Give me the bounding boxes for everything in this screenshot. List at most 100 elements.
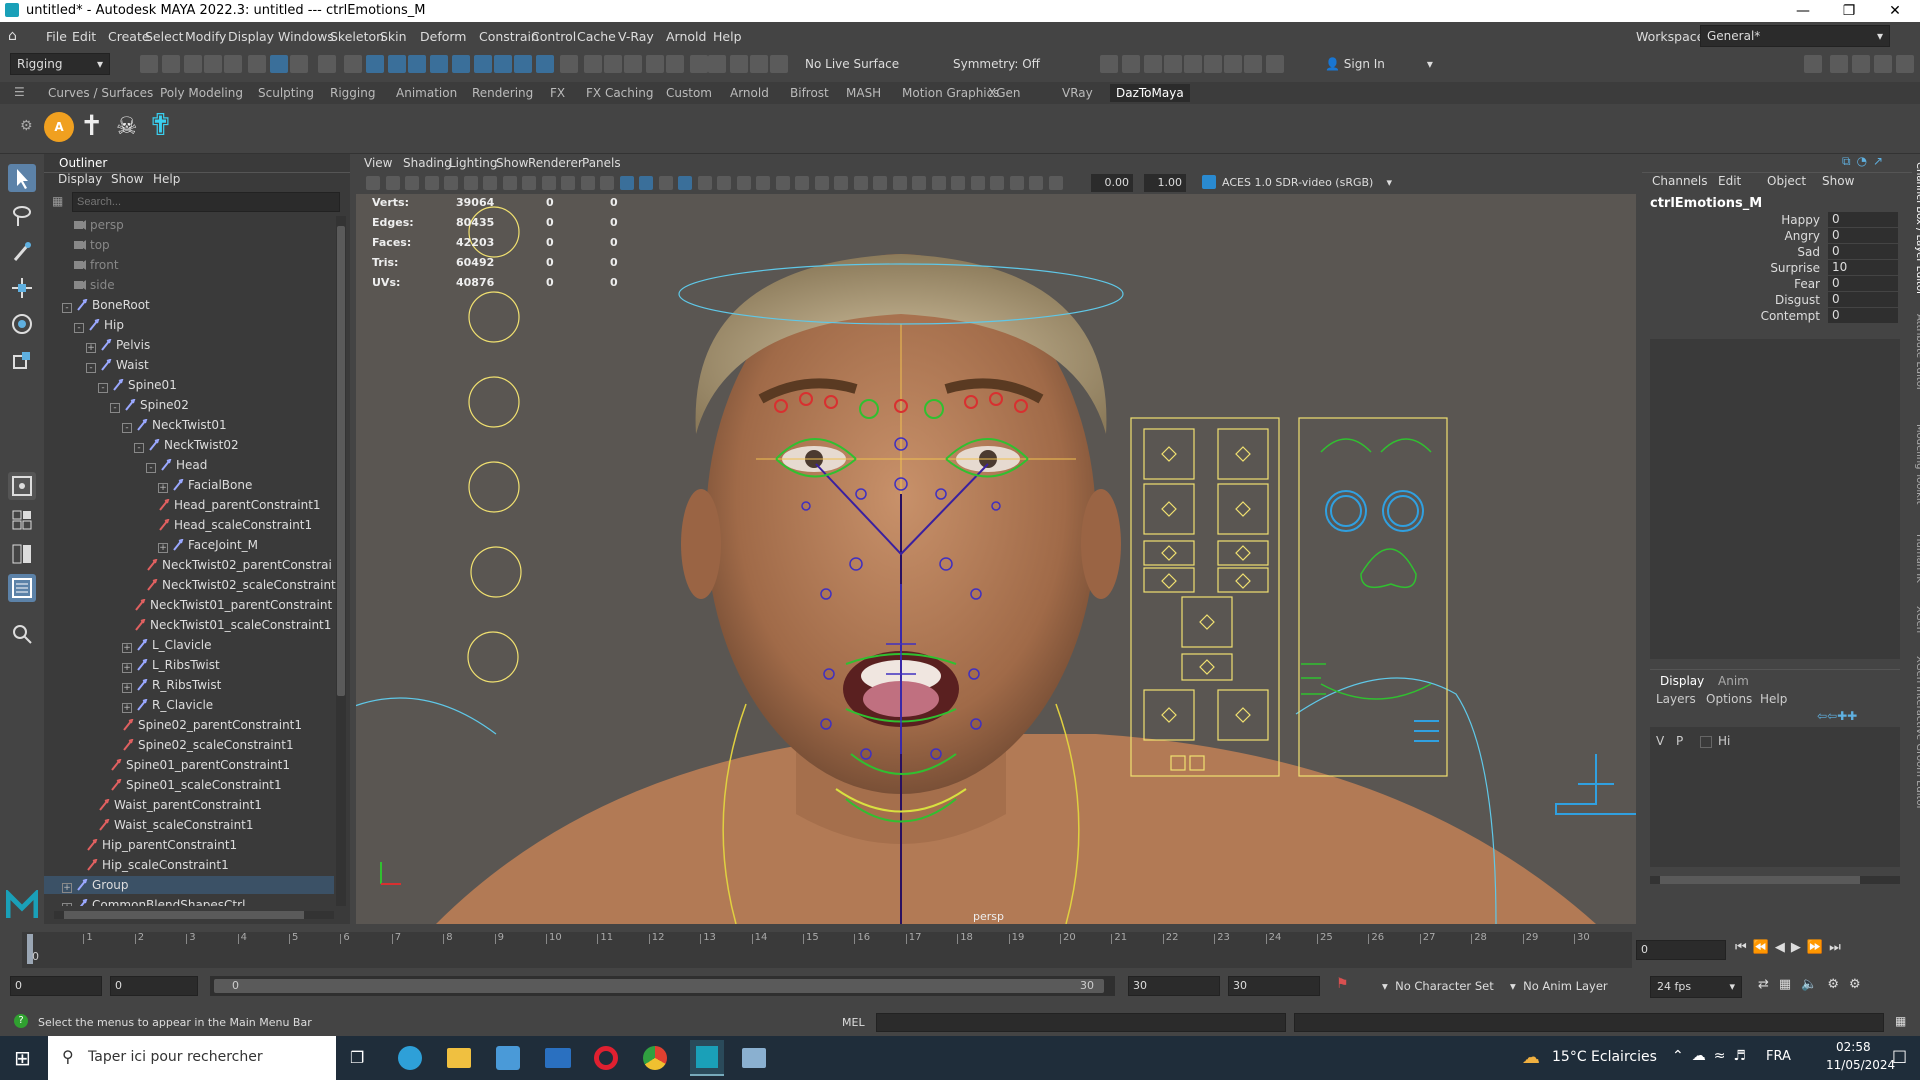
- outliner-row[interactable]: Hip_scaleConstraint1: [44, 856, 334, 874]
- expand-toggle-icon[interactable]: +: [122, 663, 132, 673]
- channel-attr-value[interactable]: 0: [1828, 212, 1898, 227]
- expand-toggle-icon[interactable]: -: [98, 383, 108, 393]
- workspace-select[interactable]: General* ▾: [1700, 25, 1890, 47]
- mail-icon[interactable]: [545, 1048, 571, 1068]
- expand-toggle-icon[interactable]: +: [62, 883, 72, 893]
- fps-select[interactable]: 24 fps ▾: [1650, 976, 1742, 998]
- menu-windows[interactable]: Windows: [278, 29, 334, 44]
- toolbar-icon-0[interactable]: [140, 55, 158, 73]
- tray-icons[interactable]: ⌃☁≈♬: [1672, 1048, 1754, 1064]
- layer-name[interactable]: Hi: [1718, 734, 1730, 748]
- expand-toggle-icon[interactable]: +: [122, 643, 132, 653]
- channel-menu-show[interactable]: Show: [1822, 174, 1854, 188]
- viewport-tool-icon-1[interactable]: [385, 176, 400, 190]
- viewport-tool-icon-31[interactable]: [970, 176, 985, 190]
- side-tab-2[interactable]: Modeling Toolkit: [1914, 424, 1920, 505]
- toolbar-icon-26[interactable]: [708, 55, 726, 73]
- outliner-filter-icon[interactable]: ▦: [52, 194, 63, 208]
- menu-cache[interactable]: Cache: [577, 29, 616, 44]
- outliner-row[interactable]: - Head: [44, 456, 334, 474]
- taskbar-search-box[interactable]: ⚲ Taper ici pour rechercher: [48, 1036, 336, 1080]
- colorspace-select[interactable]: ACES 1.0 SDR-video (sRGB) ▾: [1218, 174, 1396, 192]
- layer-color-swatch[interactable]: [1700, 736, 1712, 748]
- layer-tab-display[interactable]: Display: [1660, 674, 1704, 688]
- viewport-tool-icon-24[interactable]: [834, 176, 848, 190]
- gamma-field[interactable]: 1.00: [1144, 174, 1186, 192]
- viewport-tool-icon-17[interactable]: [697, 176, 712, 190]
- viewport-tool-icon-8[interactable]: [522, 176, 536, 190]
- minimize-button[interactable]: —: [1780, 0, 1826, 22]
- daz-a-icon[interactable]: A: [44, 112, 74, 142]
- viewport-panel[interactable]: View Shading Lighting Show Renderer Panels 0.…: [356, 154, 1636, 924]
- channel-attr-value[interactable]: 0: [1828, 292, 1898, 307]
- expand-toggle-icon[interactable]: +: [86, 343, 96, 353]
- toolbar-icon-29[interactable]: [770, 55, 788, 73]
- outliner-row[interactable]: Spine01_parentConstraint1: [44, 756, 334, 774]
- outliner-search-input[interactable]: [72, 192, 340, 212]
- menu-create[interactable]: Create: [108, 29, 150, 44]
- outliner-scrollbar[interactable]: [336, 216, 346, 906]
- menu-vray[interactable]: V-Ray: [618, 29, 654, 44]
- shelf-tab-animation[interactable]: Animation: [396, 86, 457, 100]
- side-tab-0[interactable]: Channel Box / Layer Editor: [1914, 162, 1920, 295]
- shelf-settings-icon[interactable]: ⚙: [20, 118, 33, 134]
- toolbar-icon-27[interactable]: [730, 55, 748, 73]
- expand-toggle-icon[interactable]: +: [62, 903, 72, 906]
- toolbar-icon-23[interactable]: [646, 55, 664, 73]
- viewport-menu-view[interactable]: View: [364, 156, 392, 170]
- shelf-tab-mash[interactable]: MASH: [846, 86, 881, 100]
- outliner-row[interactable]: - Hip: [44, 316, 334, 334]
- viewport-tool-icon-32[interactable]: [990, 176, 1004, 190]
- outliner-row[interactable]: + L_Clavicle: [44, 636, 334, 654]
- shelf-tab-xgen[interactable]: XGen: [988, 86, 1021, 100]
- layer-visible-toggle[interactable]: V: [1656, 734, 1664, 748]
- anim-start-field[interactable]: 0: [10, 976, 102, 996]
- outliner-row[interactable]: Spine02_scaleConstraint1: [44, 736, 334, 754]
- viewport-tool-icon-6[interactable]: [483, 176, 497, 190]
- menu-edit[interactable]: Edit: [72, 29, 96, 44]
- outliner-row[interactable]: Waist_scaleConstraint1: [44, 816, 334, 834]
- outliner-row[interactable]: + CommonBlendShapesCtrl: [44, 896, 334, 906]
- outliner-row[interactable]: NeckTwist01_parentConstraint: [44, 596, 334, 614]
- menu-deform[interactable]: Deform: [420, 29, 466, 44]
- store-icon[interactable]: [496, 1046, 520, 1070]
- viewport-tool-icon-21[interactable]: [775, 176, 790, 190]
- move-tool-icon[interactable]: [8, 274, 36, 302]
- channel-attr-value[interactable]: 10: [1828, 260, 1898, 275]
- outliner-hscrollbar[interactable]: [54, 911, 334, 919]
- notification-icon[interactable]: □: [1892, 1046, 1907, 1065]
- viewport-menu-lighting[interactable]: Lighting: [449, 156, 498, 170]
- channel-attr-value[interactable]: 0: [1828, 228, 1898, 243]
- menu-set-select[interactable]: Rigging ▾: [10, 53, 110, 75]
- color-management-icon[interactable]: [1202, 175, 1216, 189]
- outliner-row[interactable]: + FaceJoint_M: [44, 536, 334, 554]
- expand-toggle-icon[interactable]: +: [158, 543, 168, 553]
- current-frame-field[interactable]: 0: [1636, 940, 1726, 960]
- layout-outliner-icon[interactable]: [8, 574, 36, 602]
- viewport-tool-icon-7[interactable]: [502, 176, 517, 190]
- mel-label[interactable]: MEL: [842, 1016, 865, 1029]
- viewport-tool-icon-2[interactable]: [405, 176, 419, 190]
- paint-select-icon[interactable]: [8, 238, 36, 266]
- outliner-row[interactable]: - BoneRoot: [44, 296, 334, 314]
- layer-menu-options[interactable]: Options: [1706, 692, 1752, 706]
- toolbar-icon-9[interactable]: [344, 55, 362, 73]
- outliner-row[interactable]: + Group: [44, 876, 334, 894]
- channel-attr-value[interactable]: 0: [1828, 276, 1898, 291]
- viewport-tool-icon-15[interactable]: [658, 176, 673, 190]
- symmetry-label[interactable]: Symmetry: Off: [953, 57, 1040, 71]
- shelf-tab-custom[interactable]: Custom: [666, 86, 712, 100]
- side-tab-1[interactable]: Attribute Editor: [1914, 314, 1920, 391]
- live-surface-label[interactable]: No Live Surface: [805, 57, 899, 71]
- menu-help[interactable]: Help: [713, 29, 742, 44]
- skull-icon[interactable]: ☠: [116, 112, 138, 140]
- toolbar-icon-2[interactable]: [184, 55, 202, 73]
- side-tab-5[interactable]: XGen Interactive Groom Editor: [1914, 656, 1920, 810]
- task-view-icon[interactable]: ❐: [350, 1048, 364, 1067]
- viewport-tool-icon-30[interactable]: [951, 176, 965, 190]
- outliner-row[interactable]: - Waist: [44, 356, 334, 374]
- viewport-menu-show[interactable]: Show: [496, 156, 528, 170]
- channel-menu-edit[interactable]: Edit: [1718, 174, 1741, 188]
- outliner-row[interactable]: NeckTwist01_scaleConstraint1: [44, 616, 334, 634]
- menu-control[interactable]: Control: [531, 29, 576, 44]
